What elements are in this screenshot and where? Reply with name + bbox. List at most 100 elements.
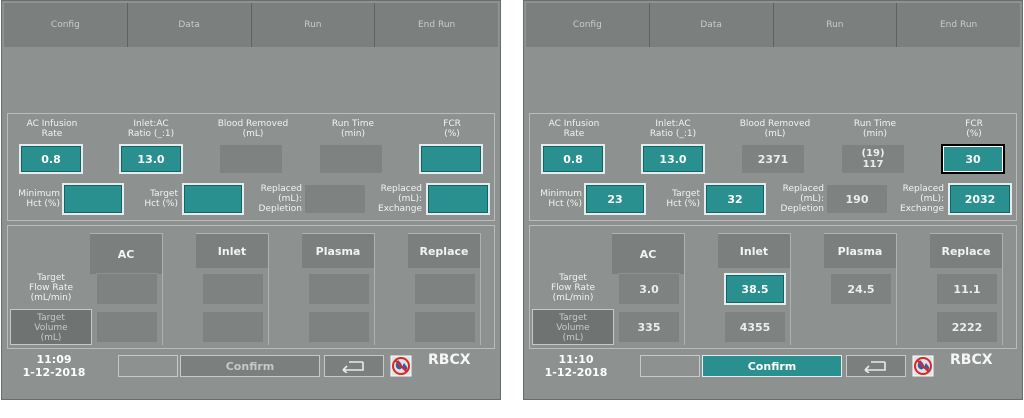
tab-end-run[interactable]: End Run — [897, 3, 1020, 47]
column-divider — [374, 233, 375, 345]
return-arrow-icon — [342, 361, 364, 373]
tab-run[interactable]: Run — [773, 3, 898, 47]
blood-removed-value: 2371 — [741, 144, 805, 174]
left-screen: Config Data Run End Run AC Infusion Rate… — [1, 0, 501, 400]
column-header-ac: AC — [612, 233, 684, 274]
inlet-ac-ratio-label: Inlet:AC Ratio (_:1) — [649, 119, 697, 139]
no-drops-icon[interactable] — [390, 355, 412, 377]
flow-replace-value: 11.1 — [936, 273, 998, 305]
run-time-remaining: (19) — [861, 148, 885, 159]
replaced-exchange-label: Replaced (mL): Exchange — [900, 184, 944, 214]
replaced-exchange-field[interactable] — [426, 183, 490, 215]
flow-inlet-field[interactable]: 38.5 — [724, 273, 786, 305]
column-divider — [162, 233, 163, 345]
clock: 11:09 1-12-2018 — [14, 353, 94, 379]
target-hct-field[interactable]: 32 — [704, 183, 766, 215]
flow-ac-value — [96, 273, 158, 305]
mode-label: RBCX — [428, 352, 471, 368]
column-header-replace: Replace — [930, 233, 1002, 268]
no-drops-icon[interactable] — [912, 355, 934, 377]
replaced-depletion-label: Replaced (mL): Depletion — [258, 184, 302, 214]
run-time-value: (19) 117 — [841, 144, 905, 174]
tab-run[interactable]: Run — [251, 3, 376, 47]
blood-removed-value — [219, 144, 283, 174]
right-screen: Config Data Run End Run AC Infusion Rate… — [523, 0, 1023, 400]
target-volume-button[interactable]: Target Volume (mL) — [532, 309, 614, 345]
fcr-field[interactable] — [419, 144, 483, 174]
flow-plasma-value — [308, 273, 370, 305]
target-flow-rate-label: Target Flow Rate (mL/min) — [28, 273, 74, 303]
column-divider — [480, 233, 481, 345]
message-field — [118, 355, 178, 377]
run-time-label: Run Time (min) — [853, 119, 897, 139]
flow-replace-value — [414, 273, 476, 305]
date: 1-12-2018 — [544, 366, 608, 379]
minimum-hct-label: Minimum Hct (%) — [18, 189, 60, 209]
tab-bar: Config Data Run End Run — [526, 3, 1020, 47]
minimum-hct-field[interactable] — [62, 183, 124, 215]
column-header-inlet: Inlet — [196, 233, 268, 268]
replaced-exchange-field[interactable]: 2032 — [948, 183, 1012, 215]
tab-config[interactable]: Config — [4, 3, 128, 47]
volume-ac-value — [96, 311, 158, 343]
target-hct-label: Target Hct (%) — [144, 189, 178, 209]
flow-plasma-value: 24.5 — [830, 273, 892, 305]
tab-config[interactable]: Config — [526, 3, 650, 47]
return-arrow-icon — [864, 361, 886, 373]
column-divider — [896, 233, 897, 345]
replaced-depletion-value: 190 — [826, 184, 888, 214]
back-button[interactable] — [846, 355, 906, 377]
column-divider — [790, 233, 791, 345]
column-header-plasma: Plasma — [824, 233, 896, 268]
back-button[interactable] — [324, 355, 384, 377]
volume-ac-value: 335 — [618, 311, 680, 343]
run-time-label: Run Time (min) — [331, 119, 375, 139]
ac-infusion-rate-label: AC Infusion Rate — [548, 119, 600, 139]
tab-end-run[interactable]: End Run — [375, 3, 498, 47]
inlet-ac-ratio-field[interactable]: 13.0 — [119, 144, 183, 174]
volume-plasma-value — [308, 311, 370, 343]
replaced-exchange-label: Replaced (mL): Exchange — [378, 184, 422, 214]
column-header-plasma: Plasma — [302, 233, 374, 268]
time: 11:10 — [558, 353, 594, 366]
fcr-label: FCR (%) — [443, 119, 461, 139]
ac-infusion-rate-field[interactable]: 0.8 — [19, 144, 83, 174]
blood-removed-label: Blood Removed (mL) — [217, 119, 289, 139]
column-divider — [1002, 233, 1003, 345]
minimum-hct-field[interactable]: 23 — [584, 183, 646, 215]
flow-ac-value: 3.0 — [618, 273, 680, 305]
tab-data[interactable]: Data — [127, 3, 252, 47]
target-volume-button[interactable]: Target Volume (mL) — [10, 309, 92, 345]
target-hct-label: Target Hct (%) — [666, 189, 700, 209]
inlet-ac-ratio-label: Inlet:AC Ratio (_:1) — [127, 119, 175, 139]
clock: 11:10 1-12-2018 — [536, 353, 616, 379]
time: 11:09 — [36, 353, 72, 366]
fcr-label: FCR (%) — [965, 119, 983, 139]
volume-inlet-value — [202, 311, 264, 343]
column-divider — [684, 233, 685, 345]
target-flow-rate-label: Target Flow Rate (mL/min) — [550, 273, 596, 303]
minimum-hct-label: Minimum Hct (%) — [540, 189, 582, 209]
header-band — [526, 49, 1020, 113]
column-divider — [268, 233, 269, 345]
column-header-ac: AC — [90, 233, 162, 274]
flow-inlet-value — [202, 273, 264, 305]
message-field — [640, 355, 700, 377]
confirm-button[interactable]: Confirm — [180, 355, 320, 377]
target-hct-field[interactable] — [182, 183, 244, 215]
inlet-ac-ratio-field[interactable]: 13.0 — [641, 144, 705, 174]
column-header-replace: Replace — [408, 233, 480, 268]
tab-data[interactable]: Data — [649, 3, 774, 47]
header-band — [4, 49, 498, 113]
run-time-total: 117 — [862, 159, 884, 170]
column-header-inlet: Inlet — [718, 233, 790, 268]
ac-infusion-rate-field[interactable]: 0.8 — [541, 144, 605, 174]
confirm-button[interactable]: Confirm — [702, 355, 842, 377]
fcr-field[interactable]: 30 — [941, 144, 1005, 174]
volume-replace-value: 2222 — [936, 311, 998, 343]
ac-infusion-rate-label: AC Infusion Rate — [26, 119, 78, 139]
mode-label: RBCX — [950, 352, 993, 368]
blood-removed-label: Blood Removed (mL) — [739, 119, 811, 139]
volume-replace-value — [414, 311, 476, 343]
date: 1-12-2018 — [22, 366, 86, 379]
